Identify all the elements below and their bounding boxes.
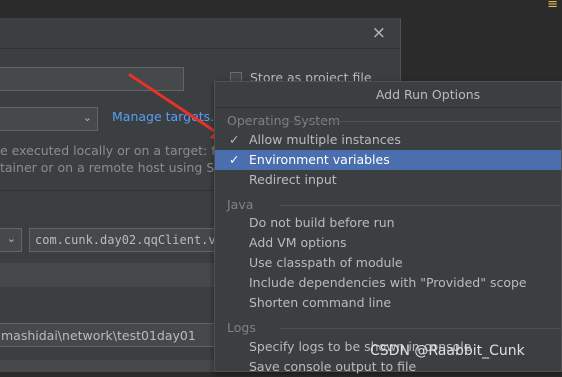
menu-item[interactable]: Include dependencies with "Provided" sco… [215, 273, 561, 293]
menu-item-label: Environment variables [249, 152, 390, 167]
menu-item-label: Save console output to file [249, 359, 417, 374]
menu-item[interactable]: Use classpath of module [215, 253, 561, 273]
watermark: CSDN @Raabbit_Cunk [370, 343, 525, 359]
menu-item[interactable]: Save console output to file [215, 357, 561, 377]
menu-item[interactable]: ✓ Allow multiple instances [215, 130, 561, 150]
section-divider [280, 205, 562, 206]
section-label: Java [227, 197, 254, 212]
add-run-options-popup: Add Run Options Operating System ✓ Allow m… [214, 81, 562, 374]
menu-item-label: Do not build before run [249, 215, 395, 230]
menu-item-label: Redirect input [249, 172, 337, 187]
menu-item-label: Shorten command line [249, 295, 392, 310]
menu-item-label: Add VM options [249, 235, 347, 250]
popup-title: Add Run Options [215, 82, 561, 108]
check-icon: ✓ [229, 132, 240, 147]
menu-item[interactable]: ✓ Environment variables [215, 150, 561, 170]
menu-item-label: Include dependencies with "Provided" sco… [249, 275, 527, 290]
menu-item[interactable]: Add VM options [215, 233, 561, 253]
menu-item[interactable]: Shorten command line [215, 293, 561, 313]
menu-item[interactable]: Redirect input [215, 170, 561, 190]
section-divider [280, 328, 562, 329]
menu-item-label: Allow multiple instances [249, 132, 401, 147]
section-divider [280, 121, 562, 122]
check-icon: ✓ [229, 152, 240, 167]
menu-item-label: Use classpath of module [249, 255, 403, 270]
section-label: Logs [227, 320, 256, 335]
menu-item[interactable]: Do not build before run [215, 213, 561, 233]
